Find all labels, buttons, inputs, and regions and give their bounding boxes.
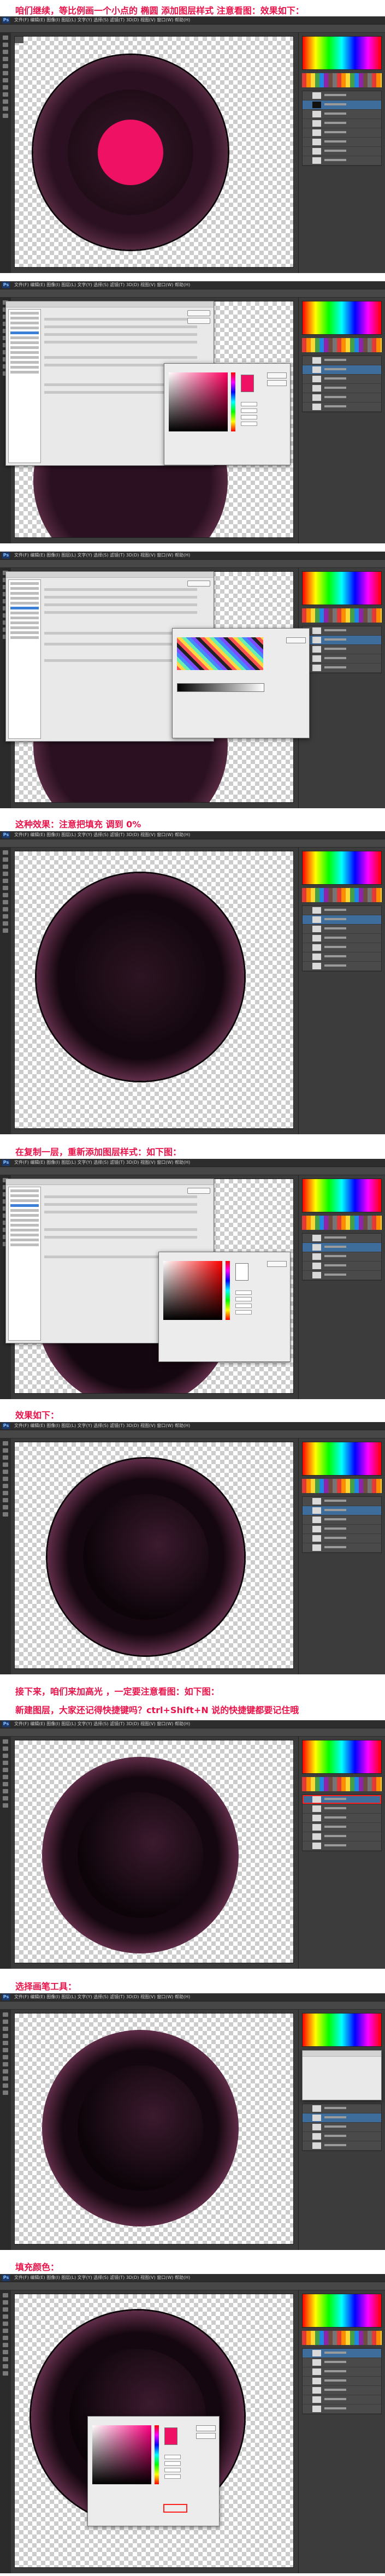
caption-6: 新建图层，大家还记得快捷键吗？ctrl+Shift+N 说的快捷键都要记住哦	[15, 1705, 299, 1715]
cancel-button[interactable]	[187, 318, 210, 324]
caption-7: 选择画笔工具：	[15, 1981, 77, 1992]
ps-screenshot-5: Ps 文件(F) 编辑(E) 图像(I) 图层(L) 文字(Y) 选择(S) 滤镜…	[0, 1159, 385, 1399]
gradient-editor[interactable]	[172, 628, 310, 738]
color-panel[interactable]	[302, 36, 382, 70]
ps-screenshot-9: Ps 文件(F) 编辑(E) 图像(I) 图层(L) 文字(Y) 选择(S) 滤镜…	[0, 2274, 385, 2573]
menu-items[interactable]: 文件(F) 编辑(E) 图像(I) 图层(L) 文字(Y) 选择(S) 滤镜(T…	[14, 1159, 190, 1165]
right-panels[interactable]	[298, 33, 385, 273]
hue-slider-icon[interactable]	[226, 1261, 230, 1320]
menu-items[interactable]: 文件(F) 编辑(E) 图像(I) 图层(L) 文字(Y) 选择(S) 滤镜(T…	[14, 282, 190, 288]
ok-button[interactable]	[187, 581, 210, 587]
options-bar[interactable]	[0, 289, 385, 298]
hue-slider-icon[interactable]	[155, 2425, 159, 2484]
layers-panel[interactable]	[302, 1795, 382, 1851]
document-canvas[interactable]	[14, 36, 294, 268]
ps-logo-icon: Ps	[2, 1423, 10, 1429]
toolbox[interactable]	[0, 33, 11, 273]
toolbox[interactable]	[0, 2010, 11, 2250]
color-picker[interactable]	[87, 2416, 220, 2526]
caption-2: 这种效果：注意把填充 调到 0%	[15, 819, 141, 830]
ps-logo-icon: Ps	[2, 282, 10, 288]
ps-logo-icon: Ps	[2, 17, 10, 23]
ps-screenshot-6: Ps 文件(F) 编辑(E) 图像(I) 图层(L) 文字(Y) 选择(S) 滤镜…	[0, 1422, 385, 1674]
hue-slider-icon[interactable]	[231, 372, 235, 431]
new-layer-row[interactable]	[303, 1795, 381, 1804]
menu-items[interactable]: 文件(F) 编辑(E) 图像(I) 图层(L) 文字(Y) 选择(S) 滤镜(T…	[14, 832, 190, 838]
style-list[interactable]	[8, 309, 41, 463]
menu-items[interactable]: 文件(F) 编辑(E) 图像(I) 图层(L) 文字(Y) 选择(S) 滤镜(T…	[14, 552, 190, 558]
menu-bar: Ps 文件(F) 编辑(E) 图像(I) 图层(L) 文字(Y) 选择(S) 滤…	[0, 281, 385, 289]
ps-screenshot-8: Ps 文件(F) 编辑(E) 图像(I) 图层(L) 文字(Y) 选择(S) 滤镜…	[0, 1993, 385, 2250]
ps-screenshot-3: Ps 文件(F) 编辑(E) 图像(I) 图层(L) 文字(Y) 选择(S) 滤镜…	[0, 552, 385, 808]
ps-logo-icon: Ps	[2, 832, 10, 838]
new-color-swatch	[241, 375, 254, 392]
ok-button[interactable]	[187, 310, 210, 316]
new-color-swatch	[235, 1263, 248, 1281]
new-color-swatch	[164, 2427, 177, 2445]
tool-icon	[3, 78, 8, 82]
color-field-icon[interactable]	[163, 1261, 222, 1320]
brush-presets-panel[interactable]	[302, 2050, 382, 2100]
color-field-icon[interactable]	[169, 372, 228, 431]
color-picker[interactable]	[164, 363, 291, 465]
tool-icon	[3, 71, 8, 75]
ps-logo-icon: Ps	[2, 1159, 10, 1166]
tool-icon	[3, 99, 8, 104]
gradient-preset-icon[interactable]	[177, 637, 263, 670]
tool-icon	[3, 85, 8, 90]
document-tab[interactable]	[15, 37, 23, 43]
highlight-box	[303, 1795, 381, 1804]
ps-logo-icon: Ps	[2, 1994, 10, 2000]
inner-ring	[75, 911, 206, 1043]
tool-icon	[3, 92, 8, 97]
right-panels[interactable]	[298, 298, 385, 543]
menu-items[interactable]: 文件(F) 编辑(E) 图像(I) 图层(L) 文字(Y) 选择(S) 滤镜(T…	[14, 1994, 190, 2000]
swatches-panel[interactable]	[302, 73, 382, 87]
picker-ok-button[interactable]	[267, 1261, 287, 1267]
color-picker[interactable]	[158, 1252, 291, 1362]
ps-logo-icon: Ps	[2, 1721, 10, 1727]
ps-logo-icon: Ps	[2, 552, 10, 559]
options-bar[interactable]	[0, 25, 385, 33]
ps-screenshot-7: Ps 文件(F) 编辑(E) 图像(I) 图层(L) 文字(Y) 选择(S) 滤镜…	[0, 1720, 385, 1969]
tool-icon	[3, 50, 8, 54]
document-canvas[interactable]	[14, 1740, 294, 1963]
menu-items[interactable]: 文件(F) 编辑(E) 图像(I) 图层(L) 文字(Y) 选择(S) 滤镜(T…	[14, 1721, 190, 1727]
layers-panel[interactable]	[302, 91, 382, 166]
document-canvas[interactable]	[14, 2013, 294, 2245]
menu-items[interactable]: 文件(F) 编辑(E) 图像(I) 图层(L) 文字(Y) 选择(S) 滤镜(T…	[14, 2275, 190, 2281]
gradient-bar[interactable]	[177, 683, 264, 692]
document-canvas[interactable]	[14, 1442, 294, 1669]
picker-ok-button[interactable]	[267, 372, 287, 378]
tool-icon	[3, 106, 8, 111]
caption-3: 在复制一层，重新添加图层样式：如下图：	[15, 1147, 182, 1157]
ok-button[interactable]	[187, 1188, 210, 1194]
color-field-icon[interactable]	[92, 2425, 151, 2484]
pink-ellipse	[98, 120, 163, 185]
picker-cancel-button[interactable]	[196, 2433, 216, 2439]
menu-items[interactable]: 文件(F) 编辑(E) 图像(I) 图层(L) 文字(Y) 选择(S) 滤镜(T…	[14, 1423, 190, 1429]
caption-5: 接下来，咱们来加高光 ，一定要注意看图：如下图：	[15, 1686, 220, 1697]
tool-icon	[3, 114, 8, 118]
caption-8: 填充颜色：	[15, 2262, 60, 2272]
picker-ok-button[interactable]	[196, 2425, 216, 2431]
caption-4: 效果如下：	[15, 1410, 60, 1420]
ps-screenshot-4: Ps 文件(F) 编辑(E) 图像(I) 图层(L) 文字(Y) 选择(S) 滤镜…	[0, 831, 385, 1134]
gradient-ok-button[interactable]	[286, 637, 306, 643]
ps-logo-icon: Ps	[2, 2275, 10, 2281]
ps-screenshot-2: Ps 文件(F) 编辑(E) 图像(I) 图层(L) 文字(Y) 选择(S) 滤…	[0, 281, 385, 543]
picker-cancel-button[interactable]	[267, 380, 287, 386]
document-canvas[interactable]	[14, 851, 294, 1129]
tool-icon	[3, 43, 8, 47]
tool-icon	[3, 64, 8, 68]
tool-icon	[3, 57, 8, 61]
menu-bar: Ps 文件(F) 编辑(E) 图像(I) 图层(L) 文字(Y) 选择(S) 滤…	[0, 16, 385, 25]
caption-1: 咱们继续，等比例画一个小点的 椭圆 添加图层样式 注意看图：效果如下：	[15, 5, 304, 16]
menu-items[interactable]: 文件(F) 编辑(E) 图像(I) 图层(L) 文字(Y) 选择(S) 滤镜(T…	[14, 17, 190, 23]
tool-icon	[3, 35, 8, 40]
highlight-box	[163, 2504, 187, 2513]
ps-screenshot-1: Ps 文件(F) 编辑(E) 图像(I) 图层(L) 文字(Y) 选择(S) 滤…	[0, 16, 385, 273]
